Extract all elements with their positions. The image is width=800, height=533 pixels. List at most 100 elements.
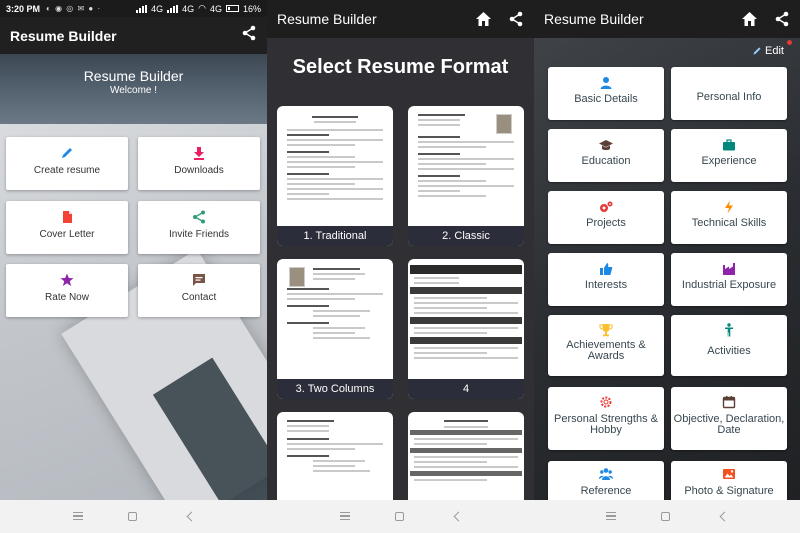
download-icon [194,147,204,160]
photo-placeholder [289,267,305,287]
section-interests[interactable]: Interests [548,253,664,306]
welcome-banner: Resume Builder Welcome ! [0,54,267,124]
section-reference[interactable]: Reference [548,461,664,500]
recent-apps-icon[interactable] [340,512,350,520]
section-education[interactable]: Education [548,129,664,182]
section-photo-signature[interactable]: Photo & Signature [671,461,787,500]
resume-preview [410,416,522,500]
section-activities[interactable]: Activities [671,315,787,376]
section-label: Experience [701,155,757,167]
app-bar: Resume Builder [267,0,534,38]
network-type-2: 4G [182,3,195,14]
section-label: Projects [586,217,626,229]
home-nav-icon[interactable] [661,512,670,521]
section-label: Achievements & Awards [566,339,646,362]
factory-icon [723,263,735,275]
format-screen: Resume Builder Select Resume Format 1. T… [267,0,534,500]
document-icon [63,211,72,223]
signal-icon-2 [167,4,179,13]
home-nav-icon[interactable] [128,512,137,521]
recent-apps-icon[interactable] [606,512,616,520]
format-card-5[interactable] [277,412,393,500]
cover-letter-label: Cover Letter [39,229,95,240]
home-nav-icon[interactable] [395,512,404,521]
section-personal-info[interactable]: Personal Info [671,67,787,120]
chat-icon [193,274,205,286]
back-icon[interactable] [719,511,730,522]
app-title: Resume Builder [544,11,644,27]
person-icon [600,77,612,89]
format-card-traditional[interactable]: 1. Traditional [277,106,393,246]
format-card-two-columns[interactable]: 3. Two Columns [277,259,393,399]
resume-preview [283,110,387,226]
system-navigation-bar [0,500,800,533]
section-experience[interactable]: Experience [671,129,787,182]
app-title: Resume Builder [277,11,377,27]
app-title: Resume Builder [10,27,117,44]
section-label: Interests [584,279,628,291]
section-technical-skills[interactable]: Technical Skills [671,191,787,244]
contact-button[interactable]: Contact [138,264,260,317]
rate-now-button[interactable]: Rate Now [6,264,128,317]
section-label: Education [581,155,631,167]
resume-preview [283,263,387,379]
section-industrial-exposure[interactable]: Industrial Exposure [671,253,787,306]
section-label: Activities [707,345,751,357]
page-title: Select Resume Format [292,56,509,78]
section-label: Basic Details [574,93,638,105]
back-icon[interactable] [186,511,197,522]
picture-icon [723,469,735,479]
section-basic-details[interactable]: Basic Details [548,67,664,120]
downloads-button[interactable]: Downloads [138,137,260,190]
section-achievements-awards[interactable]: Achievements & Awards [548,315,664,376]
gears-icon [600,201,613,212]
lightning-icon [725,200,733,214]
rate-now-label: Rate Now [45,292,89,303]
format-label: 4 [408,379,524,399]
figure-icon [725,323,733,337]
section-personal-strengths-hobby[interactable]: Personal Strengths & Hobby [548,387,664,450]
battery-icon [225,5,239,12]
resume-preview [414,110,518,226]
section-label: Objective, Declaration, Date [673,413,785,436]
status-bar: 3:20 PM ◐ ◉ ◎ ✉ ● · 4G 4G ◠ 4G 16% [0,0,267,17]
home-icon[interactable] [475,11,492,27]
home-icon[interactable] [741,11,758,27]
status-time: 3:20 PM [6,3,41,14]
section-label: Personal Strengths & Hobby [554,413,658,436]
section-label: Photo & Signature [684,485,774,497]
hero-subtitle: Welcome ! [109,85,158,96]
hero-title: Resume Builder [83,68,184,84]
share-icon[interactable] [241,25,257,46]
notification-icons: ◐ ◉ ◎ ✉ ● · [46,4,102,13]
section-objective-declaration-date[interactable]: Objective, Declaration, Date [671,387,787,450]
section-label: Technical Skills [691,217,767,229]
format-card-4[interactable]: 4 [408,259,524,399]
network-type: 4G [151,3,164,14]
battery-level: 16% [242,3,261,14]
resume-preview [410,263,522,379]
back-icon[interactable] [453,511,464,522]
create-resume-button[interactable]: Create resume [6,137,128,190]
edit-button[interactable]: Edit [752,45,784,57]
format-label: 2. Classic [408,226,524,246]
app-bar: Resume Builder [0,17,267,54]
sections-screen: Resume Builder Edit Basic Details Person… [534,0,800,500]
share-icon [193,210,205,224]
cover-letter-button[interactable]: Cover Letter [6,201,128,254]
thumbs-up-icon [600,263,613,275]
calendar-icon [722,396,736,409]
format-card-6[interactable] [408,412,524,500]
invite-friends-button[interactable]: Invite Friends [138,201,260,254]
recent-apps-icon[interactable] [73,512,83,520]
contact-label: Contact [181,292,217,303]
section-label: Reference [580,485,632,497]
sun-icon [600,396,612,408]
downloads-label: Downloads [174,165,224,176]
notification-dot [787,40,792,45]
section-projects[interactable]: Projects [548,191,664,244]
graduation-cap-icon [599,140,613,151]
share-icon[interactable] [508,11,524,27]
format-card-classic[interactable]: 2. Classic [408,106,524,246]
share-icon[interactable] [774,11,790,27]
